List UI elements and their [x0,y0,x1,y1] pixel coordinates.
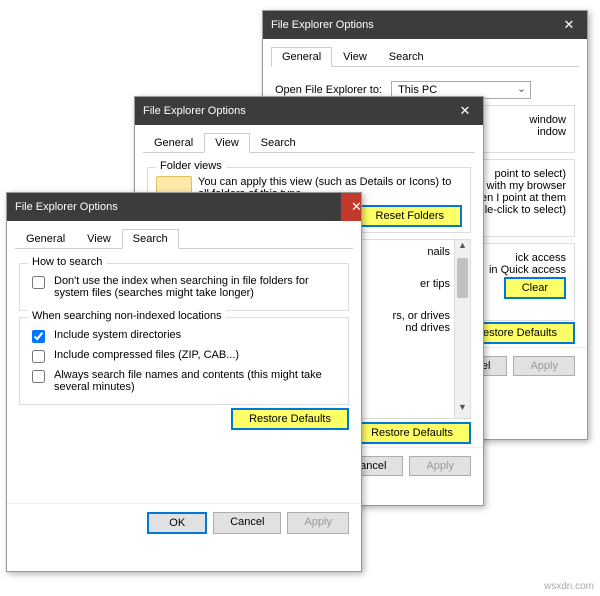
titlebar: File Explorer Options ✕ [263,11,587,39]
scrollbar[interactable]: ▲ ▼ [454,240,470,418]
dialog-buttons: OK Cancel Apply [7,503,361,542]
scroll-thumb[interactable] [457,258,468,298]
how-to-search-group: How to search [28,256,106,268]
tab-view[interactable]: View [332,47,378,67]
tab-general[interactable]: General [143,133,204,153]
option-system-dirs[interactable]: Include system directories [28,329,340,346]
apply-button[interactable]: Apply [409,456,471,476]
option-compressed[interactable]: Include compressed files (ZIP, CAB...) [28,349,340,366]
tab-general[interactable]: General [271,47,332,67]
titlebar: File Explorer Options ✕ [7,193,361,221]
scroll-down-icon[interactable]: ▼ [455,402,470,418]
ok-button[interactable]: OK [147,512,207,534]
cancel-button[interactable]: Cancel [213,512,281,534]
non-indexed-group: When searching non-indexed locations [28,310,226,322]
tab-general[interactable]: General [15,229,76,249]
label: Include compressed files (ZIP, CAB...) [54,349,239,361]
apply-button[interactable]: Apply [287,512,349,534]
title: File Explorer Options [15,201,118,213]
tab-search[interactable]: Search [378,47,435,67]
tab-strip: General View Search [143,133,475,153]
reset-folders-button[interactable]: Reset Folders [358,205,462,227]
scroll-up-icon[interactable]: ▲ [455,240,470,256]
option-always-search[interactable]: Always search file names and contents (t… [28,369,340,393]
label: Don't use the index when searching in fi… [54,275,340,299]
tab-strip: General View Search [15,229,353,249]
watermark: wsxdn.com [544,581,594,592]
title: File Explorer Options [143,105,246,117]
title: File Explorer Options [271,19,374,31]
apply-button[interactable]: Apply [513,356,575,376]
restore-defaults-button[interactable]: Restore Defaults [231,408,349,430]
restore-defaults-button[interactable]: Restore Defaults [353,422,471,444]
tab-search[interactable]: Search [122,229,179,249]
open-explorer-label: Open File Explorer to: [275,84,382,96]
close-icon[interactable]: ✕ [341,193,361,221]
tab-strip: General View Search [271,47,579,67]
checkbox[interactable] [32,276,45,289]
tab-view[interactable]: View [204,133,250,153]
titlebar: File Explorer Options ✕ [135,97,483,125]
label: Include system directories [54,329,181,341]
checkbox[interactable] [32,350,45,363]
checkbox[interactable] [32,370,45,383]
checkbox[interactable] [32,330,45,343]
tab-view[interactable]: View [76,229,122,249]
dialog-search: File Explorer Options ✕ General View Sea… [6,192,362,572]
folder-views-group: Folder views [156,160,226,172]
close-icon[interactable]: ✕ [455,103,475,119]
clear-button[interactable]: Clear [504,277,566,299]
label: Always search file names and contents (t… [54,369,340,393]
option-no-index[interactable]: Don't use the index when searching in fi… [28,275,340,299]
tab-search[interactable]: Search [250,133,307,153]
close-icon[interactable]: ✕ [559,17,579,33]
